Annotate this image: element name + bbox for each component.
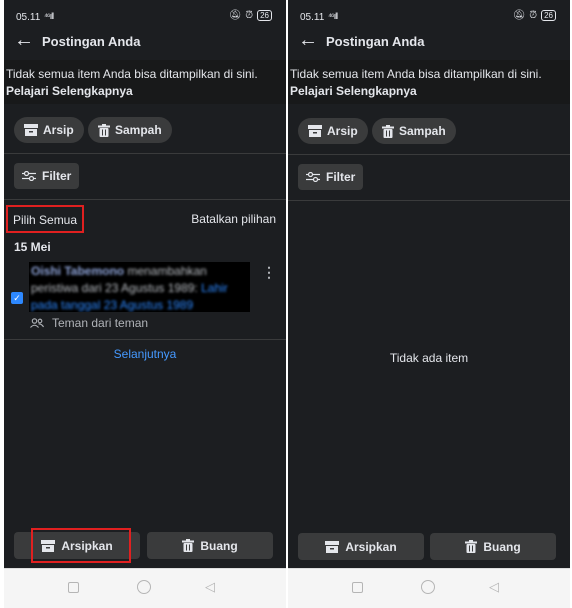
status-time: 05.11	[300, 12, 325, 23]
checkbox-checked-icon[interactable]: ✓	[11, 292, 23, 304]
divider	[288, 200, 570, 201]
archive-chip[interactable]: Arsip	[298, 118, 368, 144]
archive-box-icon	[308, 125, 322, 137]
archive-chip[interactable]: Arsip	[14, 117, 84, 143]
archive-box-icon	[24, 124, 38, 136]
page-title: Postingan Anda	[42, 34, 141, 49]
home-icon[interactable]	[137, 580, 151, 594]
empty-state-text: Tidak ada item	[389, 351, 469, 365]
app-bar: ← Postingan Anda	[4, 28, 286, 58]
deselect-button[interactable]: Batalkan pilihan	[191, 212, 276, 226]
back-arrow-icon[interactable]: ←	[298, 29, 318, 51]
status-bar: 05.11 ⁴⁶ıll 🔕︎ ⏰︎ 26	[288, 6, 570, 26]
friends-icon	[30, 318, 44, 328]
more-options-icon[interactable]: ⋮	[262, 264, 276, 281]
battery-icon: 26	[257, 10, 272, 21]
trash-icon	[98, 123, 110, 137]
audience-row: Teman dari teman	[30, 316, 148, 330]
status-bar: 05.11 ⁴⁶ıll 🔕︎ ⏰︎ 26	[4, 6, 286, 26]
mute-icon: 🔕︎	[228, 10, 242, 21]
post-item[interactable]: ✓ Oishi Tabemono menambahkan peristiwa d…	[4, 262, 286, 336]
divider	[4, 153, 286, 154]
highlight-box	[31, 528, 131, 563]
delete-label: Buang	[200, 538, 238, 553]
post-author: Oishi Tabemono	[31, 264, 125, 278]
filter-label: Filter	[326, 170, 356, 184]
filter-button[interactable]: Filter	[298, 164, 364, 190]
notice-text: Tidak semua item Anda bisa ditampilkan d…	[6, 67, 258, 81]
signal-icon: ⁴⁶ıll	[328, 11, 338, 21]
back-icon[interactable]: ◁	[205, 579, 215, 595]
post-text: Oishi Tabemono menambahkan peristiwa dar…	[29, 262, 250, 312]
archive-chip-label: Arsip	[327, 124, 358, 138]
trash-icon	[465, 540, 478, 553]
delete-button[interactable]: Buang	[147, 532, 273, 559]
date-header: 15 Mei	[14, 240, 51, 254]
divider	[288, 154, 570, 155]
delete-label: Buang	[483, 539, 521, 554]
archive-box-icon	[325, 540, 340, 553]
archive-selected-label: Arsipkan	[345, 539, 397, 554]
mute-icon: 🔕︎	[512, 10, 526, 21]
phone-screen-right: 05.11 ⁴⁶ıll 🔕︎ ⏰︎ 26 ← Postingan Anda Ti…	[288, 0, 570, 608]
trash-chip-label: Sampah	[115, 123, 162, 137]
system-nav-bar: ◁	[288, 568, 570, 608]
selection-row: Pilih Semua Batalkan pilihan	[4, 205, 286, 233]
delete-button[interactable]: Buang	[430, 533, 556, 560]
filter-button[interactable]: Filter	[14, 163, 80, 189]
archive-chip-label: Arsip	[43, 123, 74, 137]
trash-chip[interactable]: Sampah	[88, 117, 172, 143]
page-title: Postingan Anda	[326, 34, 425, 49]
battery-icon: 26	[541, 10, 556, 21]
back-icon[interactable]: ◁	[489, 579, 499, 595]
learn-more-link[interactable]: Pelajari Selengkapnya	[290, 83, 570, 100]
status-time: 05.11	[16, 12, 41, 23]
trash-chip[interactable]: Sampah	[372, 118, 456, 144]
notice-text: Tidak semua item Anda bisa ditampilkan d…	[290, 67, 542, 81]
recents-icon[interactable]	[352, 582, 363, 593]
phone-screen-left: 05.11 ⁴⁶ıll 🔕︎ ⏰︎ 26 ← Postingan Anda Ti…	[4, 0, 286, 608]
learn-more-link[interactable]: Pelajari Selengkapnya	[6, 83, 286, 100]
next-link[interactable]: Selanjutnya	[4, 347, 286, 361]
select-all-button[interactable]: Pilih Semua	[6, 205, 85, 233]
sliders-icon	[306, 172, 320, 182]
recents-icon[interactable]	[68, 582, 79, 593]
back-arrow-icon[interactable]: ←	[14, 29, 34, 51]
trash-icon	[382, 124, 394, 138]
audience-label: Teman dari teman	[52, 316, 149, 330]
filter-label: Filter	[42, 169, 72, 183]
notice-banner: Tidak semua item Anda bisa ditampilkan d…	[288, 60, 570, 104]
trash-chip-label: Sampah	[399, 124, 446, 138]
sliders-icon	[22, 171, 36, 181]
signal-icon: ⁴⁶ıll	[44, 11, 54, 21]
trash-icon	[182, 539, 195, 552]
system-nav-bar: ◁	[4, 568, 286, 608]
divider	[4, 199, 286, 200]
notice-banner: Tidak semua item Anda bisa ditampilkan d…	[4, 60, 286, 104]
app-bar: ← Postingan Anda	[288, 28, 570, 58]
divider	[4, 339, 286, 340]
home-icon[interactable]	[421, 580, 435, 594]
alarm-icon: ⏰︎	[529, 10, 538, 21]
archive-selected-button[interactable]: Arsipkan	[298, 533, 424, 560]
alarm-icon: ⏰︎	[245, 10, 254, 21]
